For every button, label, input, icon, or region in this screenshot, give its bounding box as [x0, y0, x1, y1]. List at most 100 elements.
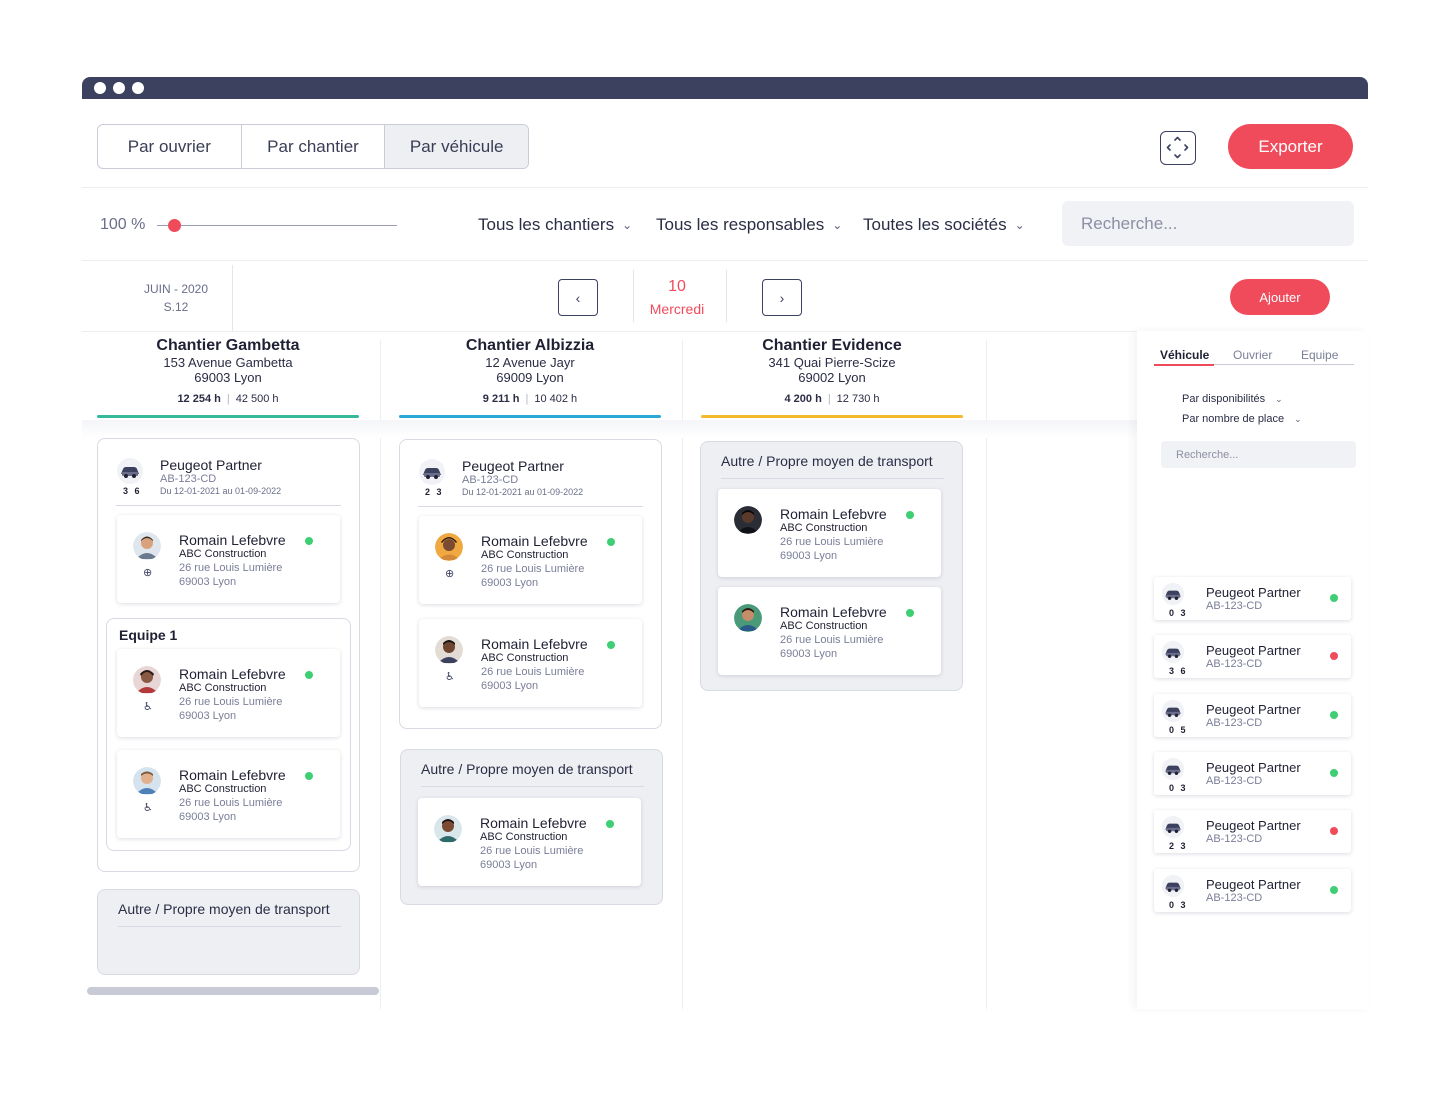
- window-dot-icon[interactable]: [94, 82, 106, 94]
- worker-address: 26 rue Louis Lumière 69003 Lyon: [481, 665, 584, 693]
- sidebar-search-input[interactable]: Recherche...: [1161, 441, 1356, 468]
- vehicle-seats: 2 3: [1169, 841, 1188, 852]
- car-icon: [1161, 874, 1185, 897]
- view-toggle: Par ouvrier Par chantier Par véhicule: [97, 124, 529, 169]
- hours-total: 12 730 h: [836, 393, 880, 405]
- worker-card[interactable]: Romain Lefebvre ABC Construction 26 rue …: [419, 516, 642, 604]
- worker-street: 26 rue Louis Lumière: [780, 536, 884, 548]
- add-button[interactable]: Ajouter: [1230, 279, 1330, 315]
- worker-company: ABC Construction: [480, 831, 568, 843]
- avatar: [734, 506, 762, 534]
- status-available-icon: [606, 820, 614, 828]
- worker-card[interactable]: Romain Lefebvre ABC Construction 26 rue …: [117, 515, 340, 603]
- team-group[interactable]: Equipe 1 Romain Lefebvre ABC Constructio…: [106, 618, 351, 851]
- other-transport-group[interactable]: Autre / Propre moyen de transport Romain…: [400, 749, 663, 905]
- worker-card[interactable]: Romain Lefebvre ABC Construction 26 rue …: [117, 649, 340, 737]
- column-divider: [380, 340, 381, 1009]
- worker-company: ABC Construction: [179, 548, 267, 560]
- zoom-slider-handle[interactable]: [168, 219, 181, 232]
- hours-total: 42 500 h: [235, 393, 279, 405]
- filter-societes-label: Toutes les sociétés: [863, 215, 1007, 234]
- column-divider: [682, 340, 683, 1009]
- divider: [721, 478, 944, 479]
- fullscreen-icon: [1166, 136, 1189, 159]
- next-day-button[interactable]: ›: [762, 279, 802, 316]
- worker-address: 26 rue Louis Lumière 69003 Lyon: [780, 633, 883, 661]
- status-available-icon: [305, 537, 313, 545]
- vehicle-sidebar: Véhicule Ouvrier Equipe Par disponibilit…: [1137, 331, 1368, 1009]
- zoom-slider[interactable]: [157, 225, 397, 226]
- other-transport-group[interactable]: Autre / Propre moyen de transport Romain…: [700, 441, 963, 691]
- vehicle-seats: 0 3: [1169, 899, 1188, 910]
- chantier-title[interactable]: Chantier Gambetta: [97, 337, 359, 355]
- worker-city: 69003 Lyon: [780, 550, 838, 562]
- vehicle-name: Peugeot Partner: [462, 458, 564, 474]
- worker-city: 69003 Lyon: [780, 648, 838, 660]
- prev-day-button[interactable]: ‹: [558, 279, 598, 316]
- vehicle-group[interactable]: 3 6 Peugeot Partner AB-123-CD Du 12-01-2…: [97, 438, 360, 872]
- tab-equipe[interactable]: Equipe: [1301, 348, 1338, 362]
- chantier-title[interactable]: Chantier Evidence: [701, 337, 963, 355]
- sidebar-vehicle-card[interactable]: Peugeot Partner AB-123-CD 0 3: [1154, 577, 1351, 620]
- worker-card[interactable]: Romain Lefebvre ABC Construction 26 rue …: [718, 587, 941, 675]
- sidebar-vehicle-card[interactable]: Peugeot Partner AB-123-CD 0 3: [1154, 751, 1351, 795]
- worker-company: ABC Construction: [179, 682, 267, 694]
- vehicle-name: Peugeot Partner: [160, 457, 262, 473]
- vehicle-group[interactable]: 2 3 Peugeot Partner AB-123-CD Du 12-01-2…: [399, 439, 662, 729]
- worker-city: 69003 Lyon: [480, 859, 538, 871]
- team-title: Equipe 1: [119, 627, 178, 643]
- worker-name: Romain Lefebvre: [179, 767, 286, 783]
- tab-vehicule[interactable]: Véhicule: [1160, 348, 1209, 362]
- divider: [726, 270, 727, 322]
- status-dot-icon: [1330, 652, 1338, 661]
- divider: [418, 506, 643, 507]
- window-dot-icon[interactable]: [132, 82, 144, 94]
- tab-par-ouvrier[interactable]: Par ouvrier: [98, 125, 242, 168]
- chantier-header: Chantier Evidence 341 Quai Pierre-Scize …: [701, 337, 963, 405]
- tab-ouvrier[interactable]: Ouvrier: [1233, 348, 1272, 362]
- divider: [82, 187, 1368, 188]
- avatar: [133, 532, 161, 560]
- worker-address: 26 rue Louis Lumière 69003 Lyon: [179, 695, 282, 723]
- avatar: [133, 666, 161, 694]
- filter-responsables[interactable]: Tous les responsables ⌄: [656, 215, 842, 235]
- status-dot-icon: [1330, 827, 1338, 836]
- other-transport-title: Autre / Propre moyen de transport: [421, 761, 633, 777]
- sidebar-vehicle-card[interactable]: Peugeot Partner AB-123-CD 3 6: [1154, 635, 1351, 679]
- worker-card[interactable]: Romain Lefebvre ABC Construction 26 rue …: [419, 619, 642, 707]
- worker-name: Romain Lefebvre: [179, 666, 286, 682]
- divider: [82, 260, 1368, 261]
- vehicle-plate: AB-123-CD: [1206, 891, 1263, 904]
- fullscreen-button[interactable]: [1160, 131, 1196, 165]
- calendar-week: S.12: [163, 300, 189, 314]
- vehicle-seats: 3 6: [1169, 666, 1188, 677]
- search-input[interactable]: Recherche...: [1062, 201, 1354, 246]
- status-available-icon: [607, 538, 615, 546]
- horizontal-scrollbar[interactable]: [87, 987, 379, 995]
- car-icon: [1161, 582, 1185, 606]
- sidebar-vehicle-card[interactable]: Peugeot Partner AB-123-CD 0 3: [1154, 868, 1351, 912]
- other-transport-group[interactable]: Autre / Propre moyen de transport: [97, 889, 360, 975]
- filter-chantiers[interactable]: Tous les chantiers ⌄: [478, 215, 632, 235]
- tab-par-vehicule[interactable]: Par véhicule: [385, 125, 528, 168]
- filter-societes[interactable]: Toutes les sociétés ⌄: [863, 215, 1025, 235]
- chantier-title[interactable]: Chantier Albizzia: [399, 337, 661, 355]
- sort-availability[interactable]: Par disponibilités ⌄: [1182, 393, 1283, 405]
- avatar: [734, 604, 762, 632]
- window-dot-icon[interactable]: [113, 82, 125, 94]
- sidebar-vehicle-card[interactable]: Peugeot Partner AB-123-CD 0 5: [1154, 693, 1351, 737]
- column-divider: [986, 340, 987, 1009]
- worker-name: Romain Lefebvre: [780, 506, 887, 522]
- worker-card[interactable]: Romain Lefebvre ABC Construction 26 rue …: [117, 750, 340, 838]
- sidebar-vehicle-card[interactable]: Peugeot Partner AB-123-CD 2 3: [1154, 810, 1351, 854]
- sort-seats[interactable]: Par nombre de place ⌄: [1182, 413, 1302, 425]
- worker-name: Romain Lefebvre: [780, 604, 887, 620]
- chantier-hours: 4 200 h | 12 730 h: [784, 393, 880, 405]
- export-button[interactable]: Exporter: [1228, 124, 1353, 169]
- hours-done: 9 211 h: [482, 393, 520, 405]
- worker-card[interactable]: Romain Lefebvre ABC Construction 26 rue …: [718, 489, 941, 577]
- tab-par-chantier[interactable]: Par chantier: [242, 125, 386, 168]
- divider: [118, 926, 341, 927]
- chevron-down-icon: ⌄: [622, 218, 633, 232]
- worker-card[interactable]: Romain Lefebvre ABC Construction 26 rue …: [418, 798, 641, 886]
